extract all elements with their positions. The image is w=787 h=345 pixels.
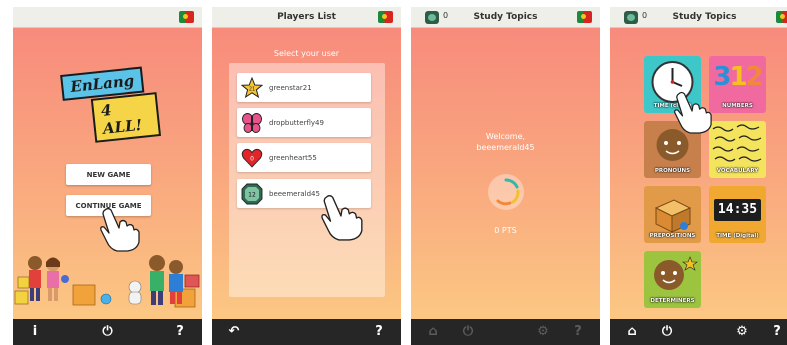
user-row-greenstar21[interactable]: 21 greenstar21 (237, 73, 371, 102)
pointing-hand-icon (674, 91, 712, 134)
screen-welcome-loading: 0 Study Topics Welcome, beeemerald45 0 P… (411, 7, 600, 345)
digital-clock-display: 14:35 (714, 199, 761, 221)
user-name: dropbutterfly49 (269, 118, 324, 127)
settings-gear-icon[interactable]: ⚙ (535, 319, 551, 345)
heart-avatar-icon: 0 (241, 147, 263, 169)
heart-badge-number: 0 (250, 155, 254, 162)
user-list-panel: 21 greenstar21 dropbutterfly49 0 greenhe… (229, 63, 385, 297)
emerald-avatar-icon: 12 (241, 183, 263, 205)
info-icon[interactable]: i (27, 319, 43, 345)
star-avatar-icon: 21 (241, 76, 263, 99)
top-bar: 0 Study Topics (610, 7, 787, 28)
bottom-bar: ⌂ ⏻ ⚙ ? (610, 319, 787, 345)
home-icon[interactable]: ⌂ (425, 319, 441, 345)
portugal-flag-icon[interactable] (179, 11, 194, 23)
topic-tile-prepositions[interactable]: PREPOSITIONS (644, 186, 701, 243)
home-icon[interactable]: ⌂ (624, 319, 640, 345)
star-badge-number: 21 (249, 86, 255, 92)
portugal-flag-icon[interactable] (577, 11, 592, 23)
topic-tile-time-digital[interactable]: 14:35 TIME (Digital) (709, 186, 766, 243)
topic-label: VOCABULARY (716, 168, 759, 174)
topic-label: TIME (Digital) (716, 233, 759, 239)
screen-main-menu: EnLang 4 ALL! NEW GAME CONTINUE GAME i ⏻… (13, 7, 202, 345)
topic-label: NUMBERS (722, 103, 753, 109)
points-label: 0 PTS (494, 226, 517, 235)
user-row-dropbutterfly49[interactable]: dropbutterfly49 (237, 108, 371, 137)
power-icon[interactable]: ⏻ (100, 319, 116, 345)
select-user-heading: Select your user (273, 49, 340, 58)
portugal-flag-icon[interactable] (776, 11, 787, 23)
back-arrow-icon[interactable]: ↶ (226, 319, 242, 345)
logo-4all-text: 4 ALL! (90, 92, 162, 143)
page-title: Study Topics (473, 12, 538, 22)
points-count: 0 (443, 11, 449, 20)
topic-tile-numbers[interactable]: 312 NUMBERS (709, 56, 766, 113)
top-bar (13, 7, 202, 28)
butterfly-avatar-icon (241, 112, 263, 134)
portugal-flag-icon[interactable] (378, 11, 393, 23)
topic-label: DETERMINERS (650, 298, 695, 304)
welcome-message: Welcome, beeemerald45 (411, 131, 600, 153)
pointing-hand-icon (100, 207, 140, 252)
new-game-button[interactable]: NEW GAME (66, 164, 151, 185)
bottom-bar: ↶ ? (212, 319, 401, 345)
user-name: beeemerald45 (269, 189, 320, 198)
numbers-digits: 312 (713, 62, 763, 92)
page-title: Players List (277, 12, 336, 22)
pointing-hand-icon (321, 194, 363, 241)
screen-players-list: Players List Select your user 21 greenst… (212, 7, 401, 345)
bottom-bar: i ⏻ ? (13, 319, 202, 345)
user-row-greenheart55[interactable]: 0 greenheart55 (237, 143, 371, 172)
power-icon[interactable]: ⏻ (659, 319, 675, 345)
topic-label: PREPOSITIONS (649, 233, 696, 239)
top-bar: 0 Study Topics (411, 7, 600, 28)
screen-study-topics: 0 Study Topics TIME (clock) 312 NUMBERS … (610, 7, 787, 345)
loading-spinner-icon (488, 174, 524, 210)
topic-tile-determiners[interactable]: DETERMINERS (644, 251, 701, 308)
power-icon[interactable]: ⏻ (460, 319, 476, 345)
help-icon[interactable]: ? (769, 319, 785, 345)
help-icon[interactable]: ? (371, 319, 387, 345)
bottom-bar: ⌂ ⏻ ⚙ ? (411, 319, 600, 345)
emerald-avatar-icon (624, 11, 638, 24)
topic-label: PRONOUNS (654, 168, 691, 174)
help-icon[interactable]: ? (570, 319, 586, 345)
top-bar: Players List (212, 7, 401, 28)
topic-tile-vocabulary[interactable]: VOCABULARY (709, 121, 766, 178)
welcome-username: beeemerald45 (476, 143, 535, 152)
welcome-line: Welcome, (485, 132, 526, 141)
settings-gear-icon[interactable]: ⚙ (734, 319, 750, 345)
help-icon[interactable]: ? (172, 319, 188, 345)
enlang-logo: EnLang 4 ALL! (60, 65, 162, 143)
emerald-avatar-icon (425, 11, 439, 24)
emerald-badge-number: 12 (248, 191, 256, 198)
page-title: Study Topics (672, 12, 737, 22)
user-name: greenheart55 (269, 153, 317, 162)
points-count: 0 (642, 11, 648, 20)
user-name: greenstar21 (269, 83, 312, 92)
